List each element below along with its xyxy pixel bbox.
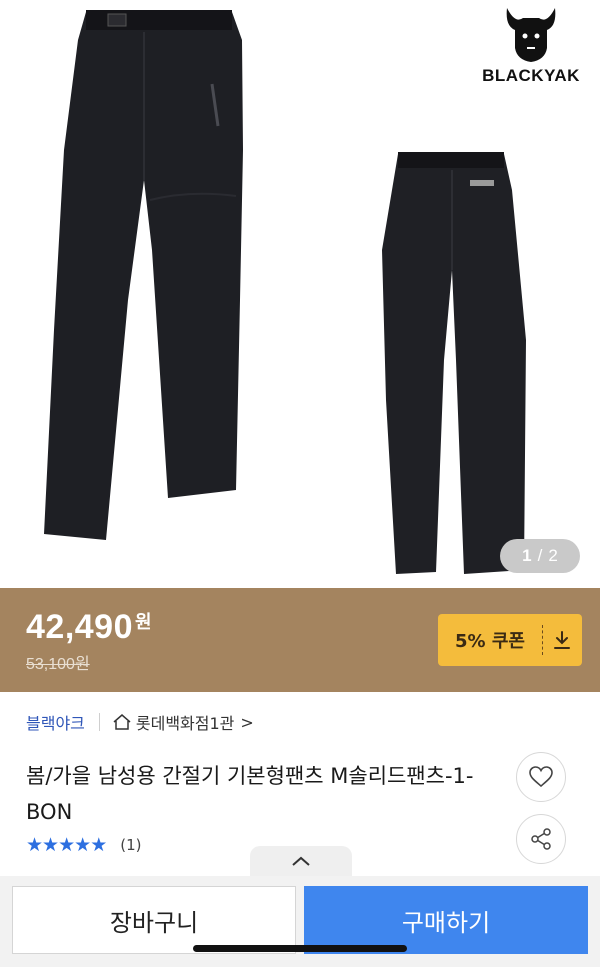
- rating-stars: ★★★★★: [26, 834, 107, 856]
- pants-back-view: [382, 152, 526, 574]
- image-counter-total: 2: [548, 546, 558, 565]
- star-icon: ★: [26, 834, 43, 856]
- wishlist-button[interactable]: [516, 752, 566, 802]
- star-icon: ★: [42, 834, 59, 856]
- brand-link[interactable]: 블랙야크: [26, 710, 85, 734]
- coupon-label: 5% 쿠폰: [455, 631, 525, 652]
- yak-logo-icon: [506, 8, 556, 62]
- home-indicator: [193, 945, 407, 952]
- image-counter: 1 / 2: [500, 539, 580, 573]
- store-name: 롯데백화점1관: [135, 714, 235, 733]
- sale-price: 42,490 원: [26, 608, 152, 647]
- buy-now-button[interactable]: 구매하기: [304, 886, 588, 954]
- original-price: 53,100원: [26, 656, 90, 673]
- brand-row: 블랙야크 롯데백화점1관 >: [26, 710, 254, 734]
- star-icon: ★: [74, 834, 91, 856]
- rating[interactable]: ★★★★★ (1): [26, 834, 141, 856]
- store-link[interactable]: 롯데백화점1관 >: [112, 710, 254, 734]
- add-to-cart-button[interactable]: 장바구니: [12, 886, 296, 954]
- chevron-up-icon: [292, 856, 310, 866]
- image-counter-current: 1: [522, 546, 532, 565]
- chevron-right-icon: >: [240, 712, 254, 732]
- share-button[interactable]: [516, 814, 566, 864]
- pants-front-view: [44, 10, 243, 540]
- brand-divider: [98, 713, 100, 731]
- product-image-gallery[interactable]: BLACKYAK 1 / 2: [0, 0, 600, 588]
- heart-icon: [529, 766, 553, 788]
- coupon-button[interactable]: 5% 쿠폰: [438, 614, 582, 666]
- expand-handle[interactable]: [250, 846, 352, 876]
- sale-price-unit: 원: [135, 612, 152, 632]
- image-counter-separator: /: [537, 546, 543, 565]
- star-icon: ★: [90, 834, 107, 856]
- home-icon: [113, 714, 131, 730]
- share-icon: [531, 828, 551, 850]
- star-icon: ★: [58, 834, 75, 856]
- product-title: 봄/가을 남성용 간절기 기본형팬츠 M솔리드팬츠-1-BON: [26, 764, 474, 824]
- review-count: (1): [120, 836, 142, 854]
- brand-wordmark: BLACKYAK: [482, 66, 580, 85]
- product-photo: [44, 10, 526, 574]
- sale-price-amount: 42,490: [26, 608, 133, 646]
- brand-logo: BLACKYAK: [476, 2, 586, 86]
- download-icon: [543, 630, 581, 650]
